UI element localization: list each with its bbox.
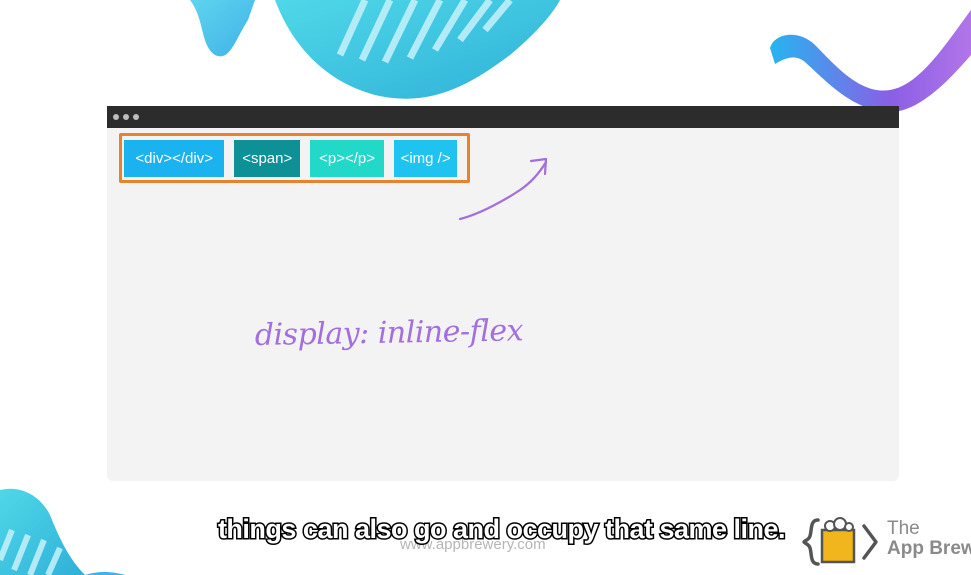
app-brewery-logo-icon xyxy=(802,517,878,566)
brand-name: The App Brew xyxy=(887,519,971,559)
brand-line-1: The xyxy=(887,518,920,539)
brand-line-2: App Brew xyxy=(887,538,971,559)
